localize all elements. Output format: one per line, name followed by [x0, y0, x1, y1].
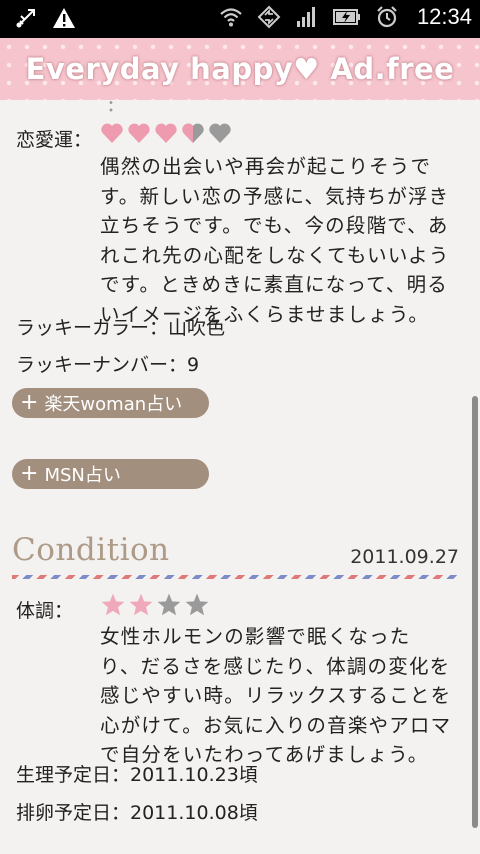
link-label: 楽天woman占い — [44, 394, 183, 415]
plus-icon: + — [20, 461, 39, 486]
status-bar: 12:34 — [0, 0, 480, 38]
usb-debug-icon — [16, 9, 35, 28]
love-label: 恋愛運： — [16, 129, 93, 151]
text-line: 女性ホルモンの影響で眠くなった — [100, 625, 411, 648]
sync-icon — [257, 5, 281, 29]
lucky-color: ラッキーカラー：山吹色 — [16, 317, 226, 339]
love-hearts-rating — [100, 122, 232, 144]
clipped-text-line: ︙ — [100, 100, 123, 117]
heart-icon — [101, 123, 123, 143]
text-line: す。新しい恋の予感に、気持ちが浮き — [100, 184, 450, 208]
health-stars-rating — [100, 592, 210, 618]
star-icon — [101, 593, 125, 616]
lucky-number: ラッキーナンバー：9 — [16, 354, 200, 376]
condition-date: 2011.09.27 — [350, 546, 459, 568]
signal-icon — [296, 7, 315, 27]
ad-free-banner[interactable]: Everyday happy♥ Ad.free — [0, 38, 480, 100]
rakuten-woman-link-button[interactable]: + 楽天woman占い — [12, 388, 209, 418]
text-line: です。ときめきに素直になって、明る — [100, 273, 449, 296]
banner-text: Everyday happy♥ Ad.free — [25, 52, 455, 86]
period-date: 生理予定日：2011.10.23頃 — [16, 764, 258, 786]
text-line: 心がけて。お気に入りの音楽やアロマ — [100, 713, 452, 737]
love-description: 偶然の出会いや再会が起こりそうで す。新しい恋の予感に、気持ちが浮き 立ちそうで… — [100, 152, 450, 329]
msn-link-button[interactable]: + MSN占い — [12, 459, 209, 489]
alarm-icon — [377, 6, 397, 28]
heart-icon — [155, 123, 177, 143]
half-heart-icon — [182, 123, 204, 143]
star-icon — [185, 593, 209, 616]
health-label: 体調： — [16, 600, 74, 622]
text-line: 立ちそうです。でも、今の段階で、あ — [100, 214, 449, 237]
ovulation-date: 排卵予定日：2011.10.08頃 — [16, 802, 258, 824]
fortune-content[interactable]: ︙ 恋愛運： 偶然の出会いや再会が起こりそうで す。新しい恋の予感に、気持ちが浮… — [0, 100, 480, 854]
star-icon — [157, 593, 181, 616]
heart-icon — [209, 123, 231, 143]
text-line: 感じやすい時。リラックスすることを — [100, 684, 452, 707]
battery-charging-icon — [332, 9, 360, 25]
link-label: MSN占い — [44, 465, 121, 486]
text-line: り、だるさを感じたり、体調の変化を — [100, 654, 451, 678]
condition-title: Condition — [12, 532, 170, 568]
text-line: 偶然の出会いや再会が起こりそうで — [100, 155, 432, 178]
star-icon — [129, 593, 153, 616]
wifi-icon — [220, 8, 242, 27]
health-description: 女性ホルモンの影響で眠くなった り、だるさを感じたり、体調の変化を 感じやすい時… — [100, 622, 451, 770]
heart-icon — [128, 123, 150, 143]
text-line: れこれ先の心配をしなくてもいいよう — [100, 243, 450, 267]
clock-time: 12:34 — [416, 4, 472, 29]
plus-icon: + — [20, 390, 39, 415]
airmail-divider — [12, 575, 458, 579]
warning-icon — [53, 8, 75, 28]
scrollbar[interactable] — [472, 396, 478, 828]
